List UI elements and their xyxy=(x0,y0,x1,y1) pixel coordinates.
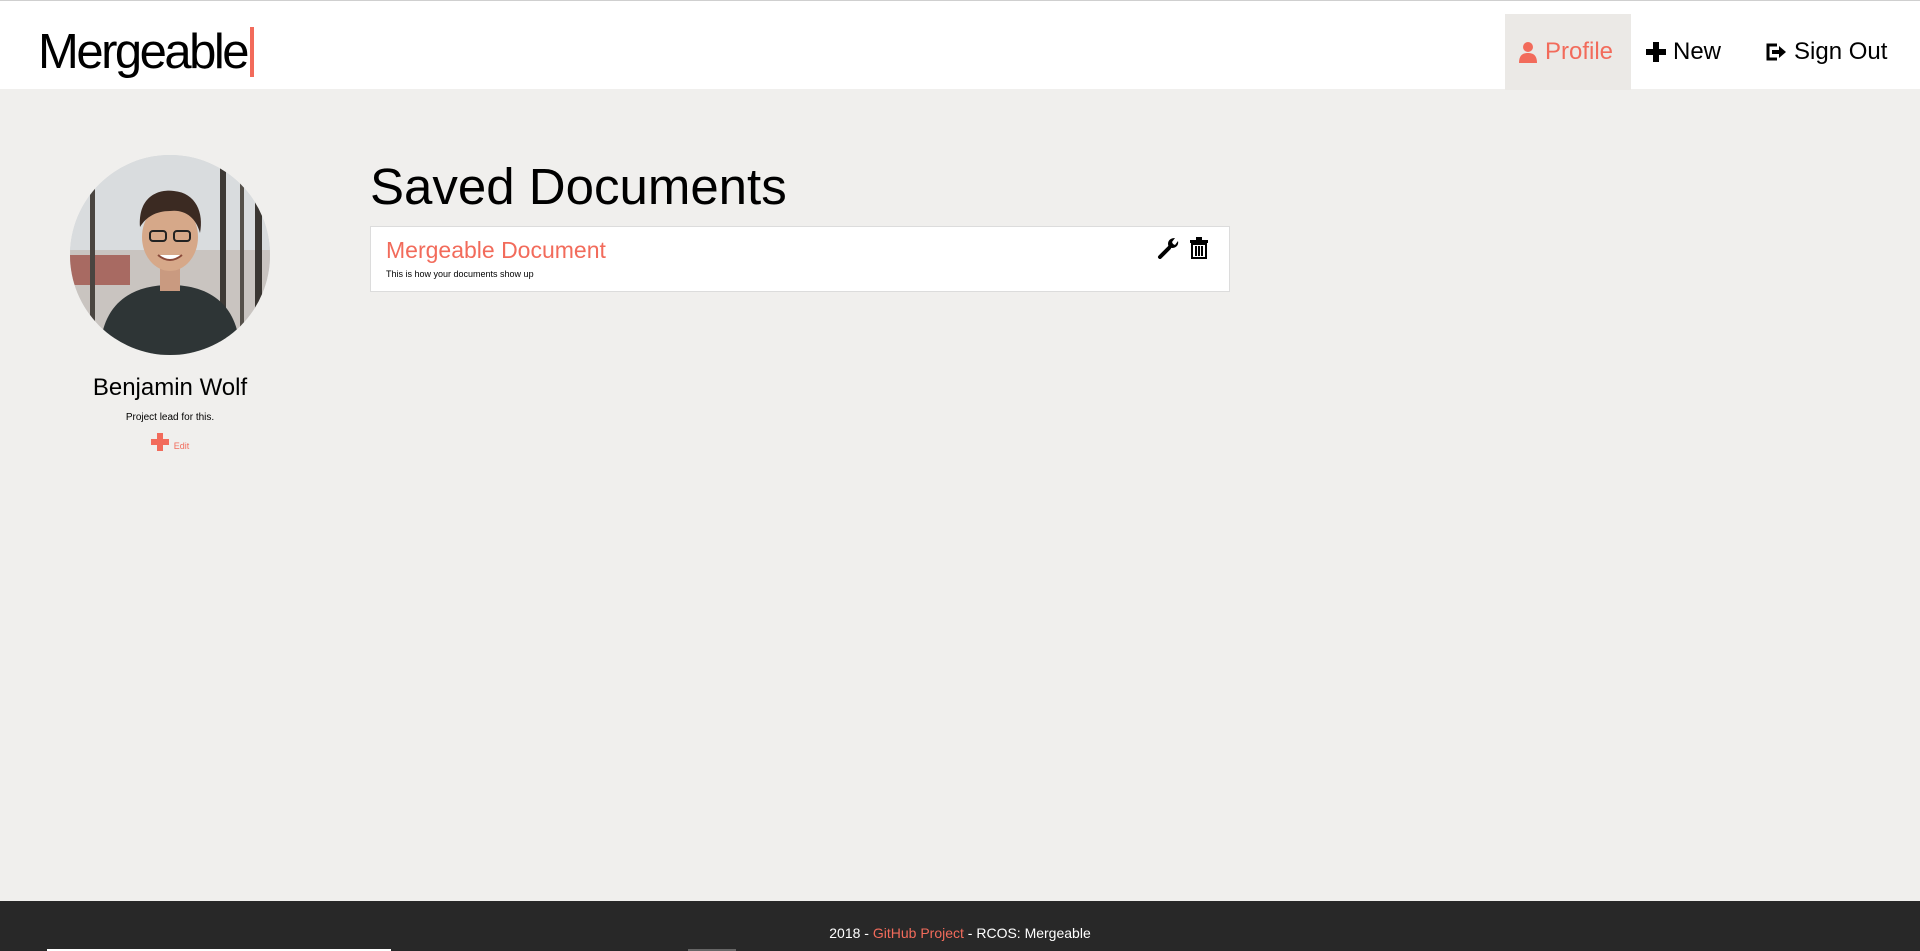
edit-label: Edit xyxy=(173,441,190,451)
nav-new[interactable]: New xyxy=(1631,14,1747,90)
wrench-icon xyxy=(1158,238,1179,259)
top-navbar: Mergeable Profile New Sign Out xyxy=(0,0,1920,90)
sign-out-icon xyxy=(1766,43,1786,61)
footer-text: 2018 - GitHub Project - RCOS: Mergeable xyxy=(0,925,1920,941)
document-card: Mergeable Document This is how your docu… xyxy=(370,226,1230,292)
document-title-link[interactable]: Mergeable Document xyxy=(386,237,606,264)
main-nav: Profile New Sign Out xyxy=(1505,14,1920,90)
trash-icon xyxy=(1190,237,1208,259)
edit-profile-link[interactable]: Edit xyxy=(50,433,290,451)
document-description: This is how your documents show up xyxy=(386,269,534,279)
edit-document-button[interactable] xyxy=(1157,237,1179,259)
user-icon xyxy=(1519,42,1537,63)
footer: 2018 - GitHub Project - RCOS: Mergeable xyxy=(0,901,1920,951)
nav-sign-out[interactable]: Sign Out xyxy=(1747,14,1920,90)
user-bio: Project lead for this. xyxy=(125,412,215,423)
nav-profile-label: Profile xyxy=(1545,38,1614,65)
github-project-link[interactable]: GitHub Project xyxy=(873,925,964,941)
logo-cursor xyxy=(250,27,255,77)
profile-sidebar: Benjamin Wolf Project lead for this. Edi… xyxy=(50,155,290,451)
logo-text: Mergeable xyxy=(38,25,250,79)
profile-photo xyxy=(70,155,270,355)
footer-suffix: - RCOS: Mergeable xyxy=(963,925,1091,941)
nav-new-label: New xyxy=(1673,38,1722,65)
nav-sign-out-label: Sign Out xyxy=(1794,38,1888,65)
main-content: Saved Documents Mergeable Document This … xyxy=(370,156,1230,292)
plus-icon xyxy=(150,433,169,451)
plus-icon xyxy=(1646,42,1666,62)
document-actions xyxy=(1157,237,1209,259)
app-logo[interactable]: Mergeable xyxy=(38,24,255,80)
footer-prefix: 2018 - xyxy=(829,925,873,941)
user-name: Benjamin Wolf xyxy=(92,374,248,401)
page-title: Saved Documents xyxy=(370,158,787,215)
delete-document-button[interactable] xyxy=(1189,237,1209,259)
avatar xyxy=(70,155,270,355)
nav-profile[interactable]: Profile xyxy=(1505,14,1631,90)
